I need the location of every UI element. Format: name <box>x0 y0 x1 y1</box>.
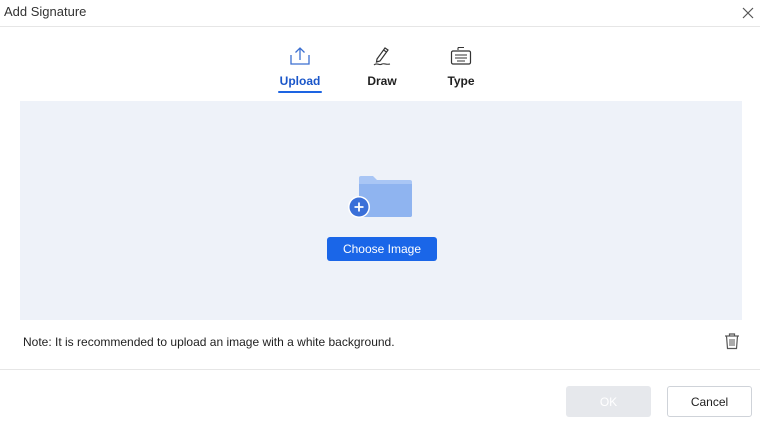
dialog-title: Add Signature <box>4 4 87 19</box>
dialog-footer: OK Cancel <box>0 369 760 424</box>
dialog-titlebar: Add Signature <box>0 0 760 27</box>
upload-icon <box>288 44 312 68</box>
tab-upload[interactable]: Upload <box>278 44 322 96</box>
tab-type[interactable]: Type <box>444 44 478 96</box>
keyboard-type-icon <box>449 44 473 68</box>
choose-image-button[interactable]: Choose Image <box>327 237 437 261</box>
add-signature-dialog: Add Signature Upload Draw Type Choose Im… <box>0 0 760 424</box>
upload-note: Note: It is recommended to upload an ima… <box>23 335 395 349</box>
cancel-button[interactable]: Cancel <box>667 386 752 417</box>
tab-type-label: Type <box>447 74 475 88</box>
tab-draw-label: Draw <box>367 74 397 88</box>
tab-upload-label: Upload <box>279 74 321 88</box>
signature-tabs: Upload Draw Type <box>0 44 760 96</box>
active-tab-indicator <box>278 91 322 93</box>
ok-button[interactable]: OK <box>566 386 651 417</box>
folder-add-icon <box>346 174 414 220</box>
pen-draw-icon <box>370 44 394 68</box>
delete-button[interactable] <box>722 331 742 351</box>
close-button[interactable] <box>738 3 758 23</box>
trash-icon <box>725 333 739 350</box>
close-icon <box>742 7 754 19</box>
tab-draw[interactable]: Draw <box>364 44 400 96</box>
